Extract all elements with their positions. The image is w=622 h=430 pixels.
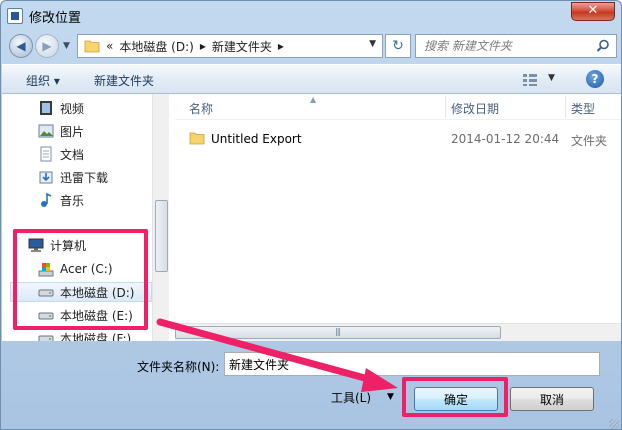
nav-item-pictures[interactable]: 图片 <box>38 121 84 141</box>
help-button[interactable]: ? <box>586 70 604 88</box>
nav-item-label: 本地磁盘 (F:) <box>60 331 132 342</box>
search-icon[interactable] <box>596 39 610 53</box>
column-modified-date[interactable]: 修改日期 <box>451 100 499 117</box>
recent-locations-dropdown[interactable]: ▼ <box>63 41 70 51</box>
folder-name-field[interactable] <box>224 352 600 376</box>
close-button[interactable]: ✕ <box>571 2 615 21</box>
horizontal-scrollbar[interactable]: ||| <box>175 323 621 341</box>
nav-item-label: 文档 <box>60 147 85 162</box>
annotation-highlight-computer-drives <box>13 229 148 330</box>
back-button[interactable]: ◀ <box>9 34 33 58</box>
nav-item-label: 音乐 <box>60 193 85 208</box>
scrollbar-grip: ||| <box>335 327 341 336</box>
address-chevron[interactable]: ▸ <box>200 39 206 53</box>
nav-item-label: 图片 <box>60 124 85 139</box>
column-type[interactable]: 类型 <box>571 100 595 117</box>
address-segment-new-folder[interactable]: 新建文件夹 <box>212 38 272 55</box>
search-input[interactable] <box>416 35 586 57</box>
address-bar[interactable]: « 本地磁盘 (D:) ▸ 新建文件夹 ▸ ▼ <box>77 34 383 58</box>
new-folder-button[interactable]: 新建文件夹 <box>94 72 154 89</box>
nav-item-label: 视频 <box>60 101 85 116</box>
view-dropdown[interactable]: ▼ <box>548 73 555 83</box>
window-title: 修改位置 <box>29 11 82 26</box>
file-name: Untitled Export <box>211 132 302 146</box>
scrollbar-thumb[interactable] <box>155 200 168 272</box>
download-folder-icon <box>39 171 53 184</box>
table-row[interactable]: Untitled Export 2014-01-12 20:44 文件夹 <box>187 129 617 149</box>
organize-menu[interactable]: 组织 ▾ <box>26 72 60 89</box>
nav-item-label: 迅雷下载 <box>60 170 109 185</box>
nav-item-documents[interactable]: 文档 <box>38 144 84 164</box>
search-box[interactable] <box>415 34 617 58</box>
folder-name-label: 文件夹名称(N): <box>137 360 220 374</box>
folder-icon <box>84 40 100 53</box>
nav-pane-scrollbar[interactable] <box>152 94 169 341</box>
annotation-highlight-ok-button <box>402 377 508 417</box>
column-separator[interactable] <box>565 96 566 118</box>
select-folder-dialog: 修改位置 ✕ ◀ ▶ ▼ « 本地磁盘 (D:) ▸ 新建文件夹 ▸ ▼ ↻ 组… <box>0 0 622 430</box>
music-library-icon <box>41 192 52 207</box>
word-app-icon <box>7 8 23 24</box>
title-bar: 修改位置 ✕ <box>1 1 621 31</box>
command-toolbar: 组织 ▾ 新建文件夹 ▼ ? <box>2 64 621 94</box>
address-segment-drive-d[interactable]: 本地磁盘 (D:) <box>119 38 193 55</box>
cancel-button[interactable]: 取消 <box>510 387 594 411</box>
nav-item-thunder-downloads[interactable]: 迅雷下载 <box>38 167 108 187</box>
nav-item-videos[interactable]: 视频 <box>38 98 84 118</box>
navigation-bar: ◀ ▶ ▼ « 本地磁盘 (D:) ▸ 新建文件夹 ▸ ▼ ↻ <box>1 31 621 61</box>
tools-dropdown[interactable]: ▼ <box>387 392 394 402</box>
forward-button[interactable]: ▶ <box>35 34 59 58</box>
address-dropdown[interactable]: ▼ <box>369 39 376 49</box>
refresh-button[interactable]: ↻ <box>385 34 411 58</box>
tools-menu[interactable]: 工具(L) <box>331 389 371 406</box>
folder-icon <box>189 132 205 145</box>
video-library-icon <box>40 101 52 115</box>
documents-library-icon <box>40 146 52 162</box>
address-chevron[interactable]: ▸ <box>278 39 284 53</box>
hard-drive-icon <box>38 335 54 341</box>
column-name[interactable]: 名称 <box>189 100 213 117</box>
view-options-icon[interactable] <box>522 73 538 87</box>
file-type: 文件夹 <box>571 134 608 148</box>
dialog-footer: 文件夹名称(N): 工具(L) ▼ 确定 取消 <box>1 341 621 429</box>
column-headers: ▲ 名称 修改日期 类型 <box>175 94 621 120</box>
address-overflow[interactable]: « <box>106 39 113 53</box>
pictures-library-icon <box>38 124 54 138</box>
file-modified-date: 2014-01-12 20:44 <box>451 132 560 146</box>
sort-ascending-icon: ▲ <box>310 95 317 104</box>
resize-grip[interactable] <box>609 419 619 429</box>
column-separator[interactable] <box>445 96 446 118</box>
nav-item-music[interactable]: 音乐 <box>38 190 84 210</box>
file-list: ▲ 名称 修改日期 类型 Untitled Export 2014-01-12 … <box>175 94 621 341</box>
